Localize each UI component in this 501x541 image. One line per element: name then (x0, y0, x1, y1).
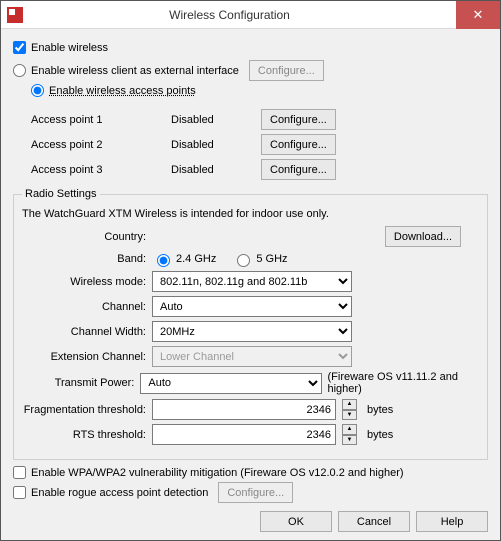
mode-client-input[interactable] (13, 64, 26, 77)
wpa-mitigation-input[interactable] (13, 466, 26, 479)
frag-threshold-input[interactable] (152, 399, 336, 420)
frag-spin-down[interactable]: ▼ (342, 410, 357, 421)
ok-button[interactable]: OK (260, 511, 332, 532)
radio-settings-group: Radio Settings The WatchGuard XTM Wirele… (13, 188, 488, 460)
rts-unit: bytes (367, 429, 393, 441)
frag-unit: bytes (367, 404, 393, 416)
rogue-ap-input[interactable] (13, 486, 26, 499)
ap3-configure-button[interactable]: Configure... (261, 159, 336, 180)
close-button[interactable]: ✕ (456, 1, 500, 29)
band-5-radio[interactable]: 5 GHz (232, 251, 287, 267)
ap-row-3: Access point 3 Disabled Configure... (31, 159, 488, 180)
frag-spinner[interactable]: ▲ ▼ (342, 399, 357, 420)
dialog-buttons: OK Cancel Help (260, 511, 488, 532)
band-5-input[interactable] (237, 254, 250, 267)
indoor-note: The WatchGuard XTM Wireless is intended … (22, 208, 479, 220)
mode-client-label: Enable wireless client as external inter… (31, 65, 239, 77)
mode-ap-radio[interactable]: Enable wireless access points (31, 84, 488, 97)
mode-client-radio[interactable]: Enable wireless client as external inter… (13, 64, 239, 77)
ap-row-2: Access point 2 Disabled Configure... (31, 134, 488, 155)
mode-ap-input[interactable] (31, 84, 44, 97)
cancel-button[interactable]: Cancel (338, 511, 410, 532)
titlebar: Wireless Configuration ✕ (1, 1, 500, 29)
frag-spin-up[interactable]: ▲ (342, 399, 357, 410)
content: Enable wireless Enable wireless client a… (1, 29, 500, 540)
mode-client-configure-button: Configure... (249, 60, 324, 81)
rogue-ap-label: Enable rogue access point detection (31, 487, 208, 499)
extension-channel-label: Extension Channel: (22, 351, 152, 363)
ap3-name: Access point 3 (31, 164, 171, 176)
rts-spin-down[interactable]: ▼ (342, 435, 357, 446)
window-title: Wireless Configuration (3, 8, 456, 22)
wireless-mode-label: Wireless mode: (22, 276, 152, 288)
ap-row-1: Access point 1 Disabled Configure... (31, 109, 488, 130)
radio-settings-legend: Radio Settings (22, 188, 100, 200)
channel-select[interactable]: Auto (152, 296, 352, 317)
ap1-configure-button[interactable]: Configure... (261, 109, 336, 130)
ap2-configure-button[interactable]: Configure... (261, 134, 336, 155)
band-24-label: 2.4 GHz (176, 253, 216, 265)
wpa-mitigation-label: Enable WPA/WPA2 vulnerability mitigation… (31, 467, 404, 479)
extension-channel-select: Lower Channel (152, 346, 352, 367)
channel-width-label: Channel Width: (22, 326, 152, 338)
ap1-name: Access point 1 (31, 114, 171, 126)
download-button[interactable]: Download... (385, 226, 461, 247)
transmit-power-select[interactable]: Auto (140, 373, 321, 394)
app-icon (7, 7, 23, 23)
transmit-power-hint: (Fireware OS v11.11.2 and higher) (328, 371, 480, 395)
ap3-status: Disabled (171, 164, 261, 176)
band-24-input[interactable] (157, 254, 170, 267)
frag-threshold-label: Fragmentation threshold: (22, 404, 152, 416)
channel-label: Channel: (22, 301, 152, 313)
enable-wireless-input[interactable] (13, 41, 26, 54)
rogue-ap-checkbox[interactable]: Enable rogue access point detection (13, 486, 208, 499)
band-5-label: 5 GHz (256, 253, 287, 265)
channel-width-select[interactable]: 20MHz (152, 321, 352, 342)
band-label: Band: (22, 253, 152, 265)
wpa-mitigation-checkbox[interactable]: Enable WPA/WPA2 vulnerability mitigation… (13, 466, 488, 479)
rogue-configure-button: Configure... (218, 482, 293, 503)
enable-wireless-checkbox[interactable]: Enable wireless (13, 41, 488, 54)
wireless-mode-select[interactable]: 802.11n, 802.11g and 802.11b (152, 271, 352, 292)
rts-spinner[interactable]: ▲ ▼ (342, 424, 357, 445)
ap2-status: Disabled (171, 139, 261, 151)
mode-ap-label: Enable wireless access points (49, 85, 196, 97)
ap1-status: Disabled (171, 114, 261, 126)
country-label: Country: (22, 231, 152, 243)
transmit-power-label: Transmit Power: (22, 377, 140, 389)
help-button[interactable]: Help (416, 511, 488, 532)
band-24-radio[interactable]: 2.4 GHz (152, 251, 216, 267)
ap2-name: Access point 2 (31, 139, 171, 151)
rts-threshold-label: RTS threshold: (22, 429, 152, 441)
rts-threshold-input[interactable] (152, 424, 336, 445)
enable-wireless-label: Enable wireless (31, 42, 108, 54)
rts-spin-up[interactable]: ▲ (342, 424, 357, 435)
